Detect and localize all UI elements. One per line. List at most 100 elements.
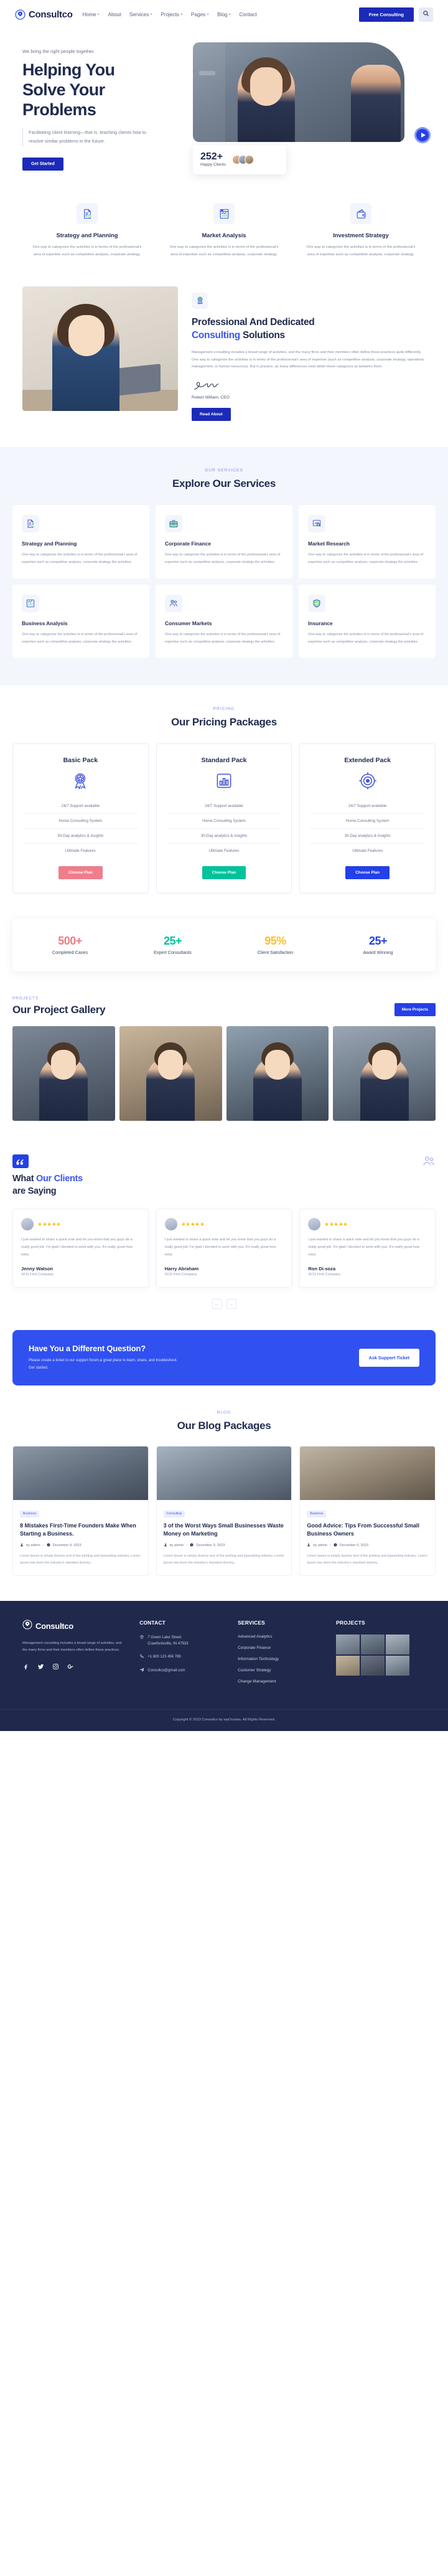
service-title: Business Analysis	[22, 620, 68, 627]
document-check-icon	[22, 515, 39, 533]
footer-project-thumb[interactable]	[386, 1634, 410, 1654]
arrow-left-icon[interactable]: ←	[212, 1299, 222, 1309]
footer-phone[interactable]: +1 800 123 456 789	[139, 1654, 229, 1662]
choose-plan-button-standard[interactable]: Choose Plan	[202, 866, 246, 880]
service-card[interactable]: Business Analysis One way to categorize …	[12, 585, 149, 659]
hero-title: Helping You Solve Your Problems	[22, 60, 187, 120]
service-desc: One way to categorize the activities is …	[308, 633, 424, 644]
feature-card-market-analysis[interactable]: Market Analysis One way to categorize th…	[158, 203, 290, 259]
blog-post-title[interactable]: 3 of the Worst Ways Small Businesses Was…	[164, 1522, 285, 1538]
instagram-icon[interactable]	[52, 1663, 59, 1670]
testi-title-post: are Saying	[12, 1186, 57, 1196]
read-about-button[interactable]: Read About	[192, 408, 231, 422]
project-thumbnail[interactable]	[12, 1026, 115, 1121]
service-title: Corporate Finance	[165, 540, 211, 547]
choose-plan-button-extended[interactable]: Choose Plan	[345, 866, 390, 880]
play-video-button[interactable]	[414, 127, 431, 144]
service-card[interactable]: Corporate Finance One way to categorize …	[156, 505, 292, 579]
nav-item-services[interactable]: Services	[129, 12, 153, 17]
free-consulting-button[interactable]: Free Consulting	[358, 7, 414, 22]
projects-section: PROJECTS Our Project Gallery More Projec…	[0, 993, 448, 1142]
footer-brand-name: Consultco	[35, 1621, 73, 1631]
footer-project-thumb[interactable]	[336, 1634, 360, 1654]
feature-card-investment[interactable]: Investment Strategy One way to categoriz…	[295, 203, 427, 259]
footer-service-link[interactable]: Information Technology	[238, 1657, 327, 1661]
service-desc: One way to categorize the activities is …	[22, 633, 138, 644]
about-title-highlight: Consulting	[192, 329, 240, 341]
blog-tag[interactable]: Consulting	[163, 1510, 185, 1517]
nav-item-blog[interactable]: Blog	[217, 12, 231, 17]
footer-project-thumb[interactable]	[336, 1655, 360, 1676]
stat-label: Expert Consultants	[154, 950, 192, 956]
avatar	[308, 1218, 321, 1231]
footer-about-text: Management consulting includes a broad r…	[22, 1641, 122, 1653]
stat-label: Award Winning	[363, 950, 393, 956]
blog-post-title[interactable]: Good Advice: Tips From Successful Small …	[307, 1522, 428, 1538]
footer-project-thumb[interactable]	[361, 1655, 385, 1676]
nav-label: Pages	[190, 11, 206, 17]
twitter-icon[interactable]	[37, 1663, 44, 1670]
services-section: OUR SERVICES Explore Our Services Strate…	[0, 447, 448, 686]
blog-card[interactable]: Business Good Advice: Tips From Successf…	[299, 1446, 436, 1576]
footer-logo[interactable]: Consultco	[22, 1619, 131, 1633]
hero-title-line-3: Problems	[22, 100, 96, 119]
search-icon	[422, 9, 429, 20]
pricing-card-basic: Basic Pack 24/7 Support available Home C…	[12, 743, 149, 894]
blog-post-title[interactable]: 8 Mistakes First-Time Founders Make When…	[20, 1522, 141, 1538]
footer-email[interactable]: Consultco@gmail.com	[139, 1668, 229, 1676]
consultco-logo-icon	[22, 1619, 32, 1633]
stat-expert-consultants: 25+ Expert Consultants	[121, 935, 224, 955]
nav-item-about[interactable]: About	[108, 12, 121, 17]
rating-stars	[325, 1222, 348, 1226]
pricing-card-standard: Standard Pack 24/7 Support available Hom…	[156, 743, 292, 894]
footer-project-thumb[interactable]	[361, 1634, 385, 1654]
site-logo[interactable]: Consultco	[15, 9, 73, 20]
footer-services-heading: SERVICES	[238, 1619, 265, 1626]
about-title-rest: Solutions	[240, 329, 285, 341]
document-check-icon	[77, 203, 98, 225]
blog-card[interactable]: Business 8 Mistakes First-Time Founders …	[12, 1446, 149, 1576]
stats-section: 500+ Completed Cases 25+ Expert Consulta…	[0, 918, 448, 993]
feature-desc: One way to categorize the activities is …	[32, 245, 142, 257]
project-thumbnail[interactable]	[333, 1026, 436, 1121]
ask-support-ticket-button[interactable]: Ask Support Ticket	[358, 1349, 419, 1367]
cta-subtitle: Please create a ticket to our support fo…	[29, 1359, 178, 1371]
feature-title: Investment Strategy	[333, 232, 389, 239]
footer-service-link[interactable]: Customer Strategy	[238, 1668, 327, 1673]
market-chart-icon	[213, 203, 235, 225]
projects-title: Our Project Gallery	[12, 1004, 106, 1016]
blog-tag[interactable]: Business	[20, 1510, 40, 1517]
service-card[interactable]: Market Research One way to categorize th…	[299, 505, 436, 579]
feature-card-strategy[interactable]: Strategy and Planning One way to categor…	[21, 203, 153, 259]
stat-completed-cases: 500+ Completed Cases	[19, 935, 121, 955]
stat-label: Completed Cases	[52, 950, 88, 956]
arrow-right-icon[interactable]: →	[226, 1299, 236, 1309]
chevron-down-icon	[228, 14, 231, 15]
testimonial-card: I just wanted to share a quick note and …	[299, 1209, 436, 1288]
nav-item-projects[interactable]: Projects	[161, 12, 183, 17]
footer-service-link[interactable]: Corporate Finance	[238, 1646, 327, 1650]
facebook-icon[interactable]	[22, 1663, 29, 1670]
service-card[interactable]: Insurance One way to categorize the acti…	[299, 585, 436, 659]
footer-project-thumb[interactable]	[386, 1655, 410, 1676]
footer-service-link[interactable]: Change Management	[238, 1679, 327, 1684]
plan-name: Extended Pack	[344, 757, 391, 765]
logo-text: Consultco	[29, 9, 73, 20]
blog-tag[interactable]: Business	[307, 1510, 327, 1517]
blog-card[interactable]: Consulting 3 of the Worst Ways Small Bus…	[156, 1446, 292, 1576]
nav-item-home[interactable]: Home	[83, 12, 100, 17]
get-started-button[interactable]: Get Started	[22, 158, 63, 171]
feature-title: Market Analysis	[202, 232, 246, 239]
footer-service-link[interactable]: Advanced Analytics	[238, 1635, 327, 1639]
search-button[interactable]	[419, 7, 433, 22]
project-thumbnail[interactable]	[226, 1026, 329, 1121]
google-plus-icon[interactable]	[67, 1663, 74, 1670]
chevron-down-icon	[97, 14, 100, 15]
service-card[interactable]: Consumer Markets One way to categorize t…	[156, 585, 292, 659]
more-projects-button[interactable]: More Projects	[394, 1003, 436, 1017]
nav-item-pages[interactable]: Pages	[190, 11, 210, 17]
nav-item-contact[interactable]: Contact	[239, 12, 256, 17]
service-card[interactable]: Strategy and Planning One way to categor…	[12, 505, 149, 579]
choose-plan-button-basic[interactable]: Choose Plan	[58, 866, 103, 880]
project-thumbnail[interactable]	[119, 1026, 222, 1121]
